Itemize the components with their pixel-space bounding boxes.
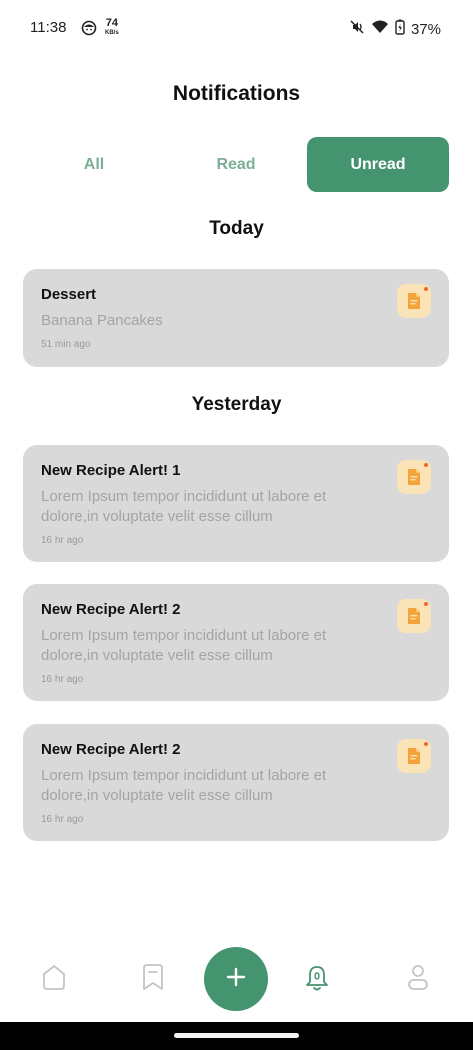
unread-dot [424, 287, 428, 291]
notification-body: Lorem Ipsum tempor incididunt ut labore … [41, 627, 327, 664]
nav-profile[interactable] [398, 959, 438, 999]
app-notification-icon [81, 20, 97, 41]
notification-body: Lorem Ipsum tempor incididunt ut labore … [41, 488, 327, 525]
unread-dot [424, 602, 428, 606]
notification-card[interactable]: New Recipe Alert! 2 Lorem Ipsum tempor i… [23, 584, 449, 701]
system-navigation-bar [0, 1022, 473, 1050]
page-title: Notifications [172, 82, 301, 105]
add-recipe-button[interactable] [204, 947, 268, 1011]
battery-percent: 37% [410, 21, 441, 38]
plus-icon [226, 967, 246, 992]
recipe-document-icon [397, 460, 431, 494]
recipe-document-icon [397, 739, 431, 773]
unread-dot [424, 742, 428, 746]
battery-icon [395, 19, 405, 40]
nav-home[interactable] [34, 959, 74, 999]
wifi-icon [371, 19, 389, 40]
notification-card[interactable]: Dessert Banana Pancakes 51 min ago [23, 269, 449, 367]
nav-notifications[interactable] [297, 959, 337, 999]
status-bar: 11:38 74 KB/s 37% [0, 0, 473, 56]
network-speed: 74 KB/s [105, 17, 119, 37]
notification-time: 16 hr ago [41, 535, 84, 546]
notification-time: 16 hr ago [41, 814, 84, 825]
unread-dot [424, 463, 428, 467]
notification-body: Lorem Ipsum tempor incididunt ut labore … [41, 767, 327, 804]
notification-title: New Recipe Alert! 1 [41, 462, 181, 479]
filter-tabs: All Read Unread [23, 137, 449, 192]
home-gesture-handle[interactable] [174, 1033, 299, 1038]
section-yesterday-title: Yesterday [191, 394, 282, 415]
network-speed-value: 74 [105, 17, 118, 29]
notification-title: Dessert [41, 286, 97, 303]
tab-unread[interactable]: Unread [307, 137, 449, 192]
recipe-document-icon [397, 599, 431, 633]
notification-body: Banana Pancakes [41, 312, 163, 329]
status-time: 11:38 [30, 19, 67, 36]
notification-title: New Recipe Alert! 2 [41, 601, 181, 618]
bell-icon [304, 962, 330, 997]
nav-saved[interactable] [133, 959, 173, 999]
notification-time: 51 min ago [41, 339, 91, 350]
bookmark-icon [140, 962, 166, 997]
network-speed-unit: KB/s [105, 30, 119, 36]
notification-time: 16 hr ago [41, 674, 84, 685]
home-icon [39, 962, 69, 997]
tab-read[interactable]: Read [165, 137, 307, 192]
status-right-group: 37% [349, 19, 441, 40]
recipe-document-icon [397, 284, 431, 318]
tab-all[interactable]: All [23, 137, 165, 192]
section-today-title: Today [209, 218, 264, 239]
notification-card[interactable]: New Recipe Alert! 2 Lorem Ipsum tempor i… [23, 724, 449, 841]
profile-icon [405, 962, 431, 997]
bottom-navigation [0, 945, 473, 1013]
mute-icon [349, 19, 365, 40]
notification-card[interactable]: New Recipe Alert! 1 Lorem Ipsum tempor i… [23, 445, 449, 562]
notification-title: New Recipe Alert! 2 [41, 741, 181, 758]
